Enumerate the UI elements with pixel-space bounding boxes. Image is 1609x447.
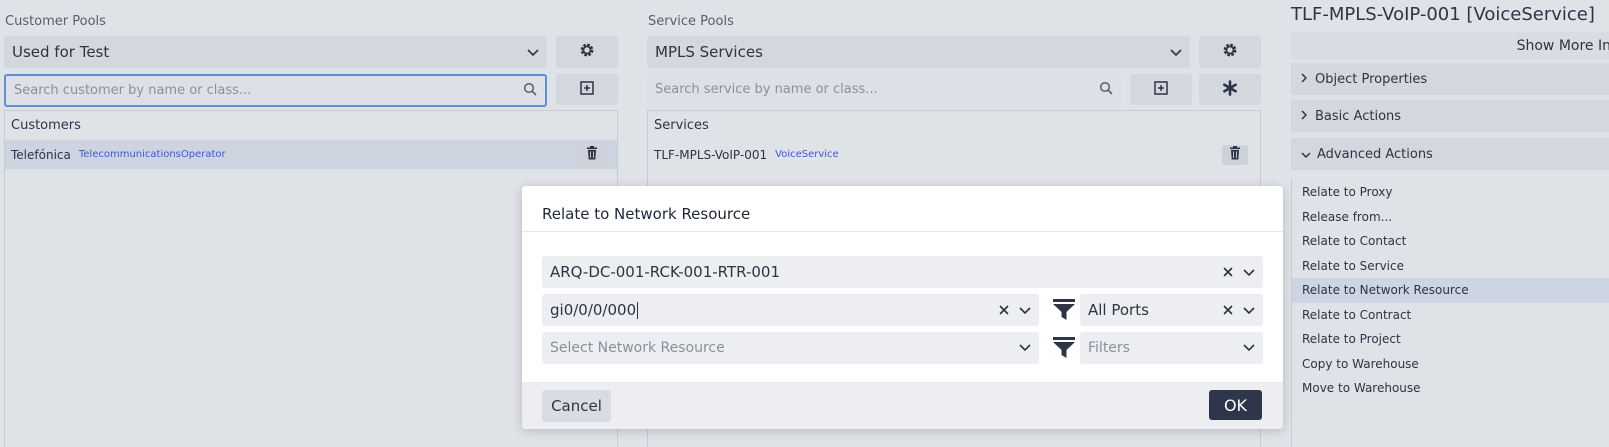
chevron-down-icon — [1019, 340, 1031, 356]
advanced-actions-menu: Relate to Proxy Release from... Relate t… — [1291, 178, 1609, 447]
show-more-label: Show More In — [1516, 38, 1609, 54]
search-icon — [523, 82, 537, 100]
clear-icon[interactable] — [1223, 267, 1233, 277]
filter-icon[interactable] — [1045, 294, 1083, 326]
service-search-placeholder: Search service by name or class... — [655, 82, 878, 97]
device-select[interactable]: ARQ-DC-001-RCK-001-RTR-001 — [542, 256, 1263, 288]
add-service-button[interactable] — [1130, 74, 1192, 105]
clear-icon[interactable] — [999, 305, 1009, 315]
delete-service-button[interactable] — [1222, 144, 1248, 165]
filters-placeholder: Filters — [1088, 340, 1130, 356]
customer-pool-settings-button[interactable] — [556, 36, 618, 68]
port-input[interactable]: gi0/0/0/000 — [542, 294, 1039, 326]
menu-item-relate-to-project[interactable]: Relate to Project — [1292, 327, 1609, 352]
service-pool-settings-button[interactable] — [1199, 36, 1261, 68]
asterisk-button[interactable] — [1199, 74, 1261, 105]
section-label: Basic Actions — [1315, 108, 1402, 124]
add-customer-button[interactable] — [556, 74, 618, 105]
list-item[interactable]: TLF-MPLS-VoIP-001 VoiceService — [648, 140, 1260, 169]
customer-pools-label: Customer Pools — [5, 14, 106, 29]
section-label: Object Properties — [1315, 71, 1428, 87]
menu-item-relate-to-proxy[interactable]: Relate to Proxy — [1292, 180, 1609, 205]
customer-class-link[interactable]: TelecommunicationsOperator — [79, 149, 226, 160]
service-name: TLF-MPLS-VoIP-001 — [654, 147, 768, 162]
chevron-down-icon — [1243, 301, 1255, 319]
chevron-down-icon — [1243, 340, 1255, 356]
port-filter-select[interactable]: All Ports — [1080, 294, 1263, 326]
menu-item-relate-to-network-resource[interactable]: Relate to Network Resource — [1292, 278, 1609, 303]
chevron-right-icon — [1301, 72, 1308, 87]
trash-icon — [586, 146, 598, 163]
relate-network-resource-dialog: Relate to Network Resource ARQ-DC-001-RC… — [522, 186, 1283, 429]
gear-icon — [579, 42, 595, 62]
object-title: TLF-MPLS-VoIP-001 [VoiceService] — [1291, 4, 1595, 25]
chevron-down-icon — [1170, 43, 1182, 61]
menu-item-relate-to-contract[interactable]: Relate to Contract — [1292, 303, 1609, 328]
services-list-header: Services — [654, 118, 709, 133]
section-advanced-actions[interactable]: Advanced Actions — [1291, 138, 1609, 170]
device-value: ARQ-DC-001-RCK-001-RTR-001 — [550, 263, 781, 281]
show-more-button[interactable]: Show More In — [1291, 32, 1609, 60]
port-filter-value: All Ports — [1088, 301, 1149, 319]
chevron-down-icon — [1301, 147, 1311, 162]
chevron-right-icon — [1301, 109, 1308, 124]
network-resource-placeholder: Select Network Resource — [550, 340, 725, 356]
menu-item-copy-to-warehouse[interactable]: Copy to Warehouse — [1292, 352, 1609, 377]
menu-item-release-from[interactable]: Release from... — [1292, 205, 1609, 230]
list-item[interactable]: Telefónica TelecommunicationsOperator — [5, 140, 617, 169]
plus-square-icon — [580, 80, 594, 99]
gear-icon — [1222, 42, 1238, 62]
section-object-properties[interactable]: Object Properties — [1291, 63, 1609, 95]
filter-icon[interactable] — [1045, 332, 1083, 364]
asterisk-icon — [1222, 79, 1238, 100]
filters-select[interactable]: Filters — [1080, 332, 1263, 364]
customer-search-input[interactable]: Search customer by name or class... — [4, 74, 547, 107]
cancel-button[interactable]: Cancel — [542, 390, 611, 422]
menu-item-move-to-warehouse[interactable]: Move to Warehouse — [1292, 376, 1609, 401]
text-cursor — [637, 302, 639, 319]
customer-search-placeholder: Search customer by name or class... — [14, 83, 252, 98]
search-icon — [1099, 81, 1113, 99]
dialog-divider — [522, 231, 1283, 232]
service-pool-value: MPLS Services — [655, 43, 763, 61]
service-pools-label: Service Pools — [648, 14, 734, 29]
clear-icon[interactable] — [1223, 305, 1233, 315]
customer-name: Telefónica — [11, 147, 71, 162]
service-pool-select[interactable]: MPLS Services — [647, 36, 1190, 68]
chevron-down-icon — [1243, 263, 1255, 281]
service-search-input[interactable]: Search service by name or class... — [647, 74, 1121, 105]
delete-customer-button[interactable] — [579, 144, 605, 165]
ok-button[interactable]: OK — [1209, 390, 1262, 420]
network-resource-select[interactable]: Select Network Resource — [542, 332, 1039, 364]
customer-pool-value: Used for Test — [12, 43, 110, 61]
service-class-link[interactable]: VoiceService — [775, 149, 839, 160]
dialog-title: Relate to Network Resource — [542, 205, 751, 223]
dialog-footer: Cancel OK — [522, 382, 1283, 429]
menu-item-relate-to-contact[interactable]: Relate to Contact — [1292, 229, 1609, 254]
chevron-down-icon — [1019, 301, 1031, 319]
port-value: gi0/0/0/000 — [550, 301, 637, 319]
section-label: Advanced Actions — [1317, 146, 1433, 162]
chevron-down-icon — [527, 43, 539, 61]
plus-square-icon — [1154, 80, 1168, 99]
menu-item-relate-to-service[interactable]: Relate to Service — [1292, 254, 1609, 279]
section-basic-actions[interactable]: Basic Actions — [1291, 100, 1609, 132]
trash-icon — [1229, 146, 1241, 163]
customers-list-header: Customers — [11, 118, 81, 133]
customer-pool-select[interactable]: Used for Test — [4, 36, 547, 68]
